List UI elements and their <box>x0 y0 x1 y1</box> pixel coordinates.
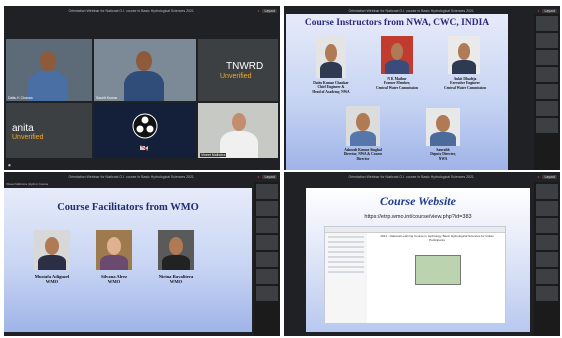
layout-button[interactable]: Layout <box>262 175 277 179</box>
meeting-title: Orientation Webinar for National O.I. co… <box>68 9 194 13</box>
meeting-title: Orientation Webinar for National O.I. co… <box>68 175 194 179</box>
unverified-badge: Unverified <box>12 134 44 141</box>
participant-name: anita <box>12 123 34 134</box>
recording-icon: ● <box>257 175 260 179</box>
sidebar-thumbnail[interactable] <box>536 101 558 116</box>
slide-title: Course Instructors from NWA, CWC, INDIA <box>304 18 490 28</box>
participant-name: Dattu K Chavan <box>8 96 33 100</box>
sidebar-thumbnail[interactable] <box>256 184 278 199</box>
instructor-role: Central Water Commission <box>444 85 486 90</box>
instructor-caption: Ashoosh Kumar Singhal Director, NWA & Co… <box>320 148 406 161</box>
camera-off-icon <box>140 145 148 151</box>
sidebar-thumbnail[interactable] <box>256 235 278 250</box>
sidebar-thumbnail[interactable] <box>536 118 558 133</box>
recording-icon: ● <box>537 175 540 179</box>
website-screenshot: 2021 - National Learning Course in Hydro… <box>324 226 506 324</box>
sidebar-thumbnail[interactable] <box>536 84 558 99</box>
instructor-role: Director <box>356 156 370 161</box>
sidebar-thumbnail[interactable] <box>256 286 278 301</box>
sidebar-thumbnail[interactable] <box>256 201 278 216</box>
sidebar-thumbnail[interactable] <box>256 252 278 267</box>
slide-title: Course Website <box>380 194 456 208</box>
meeting-topbar: Orientation Webinar for National O.I. co… <box>4 6 280 16</box>
course-url[interactable]: https://etrp.wmo.int/course/view.php?id=… <box>306 214 530 220</box>
participant-tile[interactable]: Sauhit Kumar <box>94 39 196 101</box>
participant-tile[interactable] <box>94 103 196 158</box>
instructor-role: Head of Academy, NWA <box>312 89 350 94</box>
sidebar-thumbnail[interactable] <box>536 269 558 284</box>
sidebar-thumbnail[interactable] <box>536 67 558 82</box>
instructor-caption: Ankit Dhadeja Executive Engineer Central… <box>422 77 508 90</box>
course-banner-image <box>415 255 461 285</box>
participant-sidebar <box>254 182 280 336</box>
participant-tile[interactable]: anita Unverified <box>6 103 92 158</box>
instructor-photo <box>426 108 460 146</box>
sidebar-thumbnail[interactable] <box>536 218 558 233</box>
sidebar-thumbnail[interactable] <box>536 286 558 301</box>
recording-icon: ● <box>537 9 540 13</box>
meeting-topbar: Orientation Webinar for National O.I. co… <box>284 172 560 182</box>
sidebar-thumbnail[interactable] <box>536 16 558 31</box>
facilitator-photo <box>34 230 70 270</box>
participant-tile[interactable]: Vineet Malhotra <box>198 103 278 158</box>
sidebar-thumbnail[interactable] <box>536 33 558 48</box>
instructor-photo <box>448 36 480 74</box>
facilitator-org: WMO <box>169 279 183 285</box>
facilitators-panel: Orientation Webinar for National O.I. co… <box>4 172 280 336</box>
participant-name: TNWRD <box>226 61 264 72</box>
facilitator-photo <box>96 230 132 270</box>
meeting-title: Orientation Webinar for National O.I. co… <box>348 9 474 13</box>
instructor-role: NWA <box>438 156 448 161</box>
participant-sidebar <box>534 182 560 336</box>
layout-button[interactable]: Layout <box>262 9 277 13</box>
presentation-slide: Course Website https://etrp.wmo.int/cour… <box>306 188 530 332</box>
webpage-heading: 2021 - National Learning Course in Hydro… <box>380 234 494 242</box>
sidebar-thumbnail[interactable] <box>536 184 558 199</box>
instructor-photo <box>316 36 346 78</box>
sidebar-thumbnail[interactable] <box>536 235 558 250</box>
unverified-badge: Unverified <box>220 73 252 80</box>
chat-icon[interactable]: ▣ <box>8 163 11 167</box>
obs-icon <box>132 113 158 139</box>
instructors-panel: Orientation Webinar for National O.I. co… <box>284 6 560 170</box>
slide-title: Course Facilitators from WMO <box>57 202 199 213</box>
participant-sidebar <box>534 14 560 170</box>
website-panel: Orientation Webinar for National O.I. co… <box>284 172 560 336</box>
instructor-caption: Saurabh Deputy Director, NWA <box>400 148 486 161</box>
instructor-photo <box>346 106 380 146</box>
meeting-title: Orientation Webinar for National O.I. co… <box>348 175 474 179</box>
facilitator-caption: Nirina Ravalitera WMO <box>138 274 214 285</box>
sidebar-thumbnail[interactable] <box>536 201 558 216</box>
sidebar-thumbnail[interactable] <box>256 218 278 233</box>
participant-tile[interactable]: TNWRD Unverified <box>198 39 278 101</box>
presenter-label: Vineet Malhotra (Hydro) Course <box>6 182 49 186</box>
website-nav <box>325 233 367 323</box>
presentation-slide: Course Facilitators from WMO Mustafa Adi… <box>4 188 252 332</box>
participant-name: Vineet Malhotra <box>200 153 227 157</box>
recording-icon: ● <box>257 9 260 13</box>
sidebar-thumbnail[interactable] <box>256 269 278 284</box>
video-grid-panel: Orientation Webinar for National O.I. co… <box>4 6 280 170</box>
participant-tile[interactable]: Dattu K Chavan <box>6 39 92 101</box>
meeting-topbar: Orientation Webinar for National O.I. co… <box>4 172 280 182</box>
facilitator-photo <box>158 230 194 270</box>
layout-button[interactable]: Layout <box>542 175 557 179</box>
instructor-photo <box>381 36 413 74</box>
sidebar-thumbnail[interactable] <box>536 50 558 65</box>
participant-name: Sauhit Kumar <box>96 96 118 100</box>
sidebar-thumbnail[interactable] <box>536 252 558 267</box>
presentation-slide: Course Instructors from NWA, CWC, INDIA … <box>286 14 508 170</box>
layout-button[interactable]: Layout <box>542 9 557 13</box>
